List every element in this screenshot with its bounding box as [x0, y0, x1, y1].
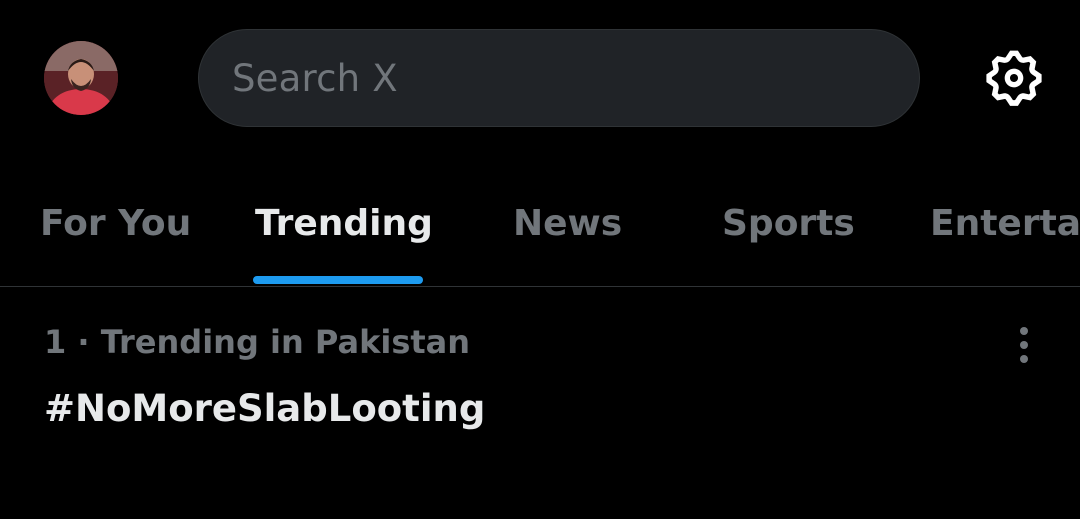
top-bar: Search X [0, 0, 1080, 160]
search-placeholder: Search X [232, 56, 398, 100]
settings-button[interactable] [982, 46, 1046, 110]
avatar[interactable] [44, 41, 118, 115]
tab-entertainment[interactable]: Entertai [930, 160, 1080, 286]
more-options-button[interactable] [1008, 325, 1040, 369]
tab-sports[interactable]: Sports [722, 160, 855, 286]
more-vertical-icon [1020, 327, 1028, 363]
gear-icon [986, 50, 1042, 106]
search-input[interactable]: Search X [198, 29, 920, 127]
user-avatar-icon [44, 41, 118, 115]
trend-item[interactable]: 1 · Trending in Pakistan #NoMoreSlabLoot… [0, 287, 1080, 519]
trend-context: 1 · Trending in Pakistan [44, 323, 471, 361]
tab-news[interactable]: News [513, 160, 622, 286]
tab-bar: For You Trending News Sports Entertai [0, 160, 1080, 287]
active-tab-indicator [253, 276, 423, 284]
trend-hashtag[interactable]: #NoMoreSlabLooting [44, 387, 485, 430]
tab-for-you[interactable]: For You [40, 160, 191, 286]
tab-trending[interactable]: Trending [255, 160, 433, 286]
